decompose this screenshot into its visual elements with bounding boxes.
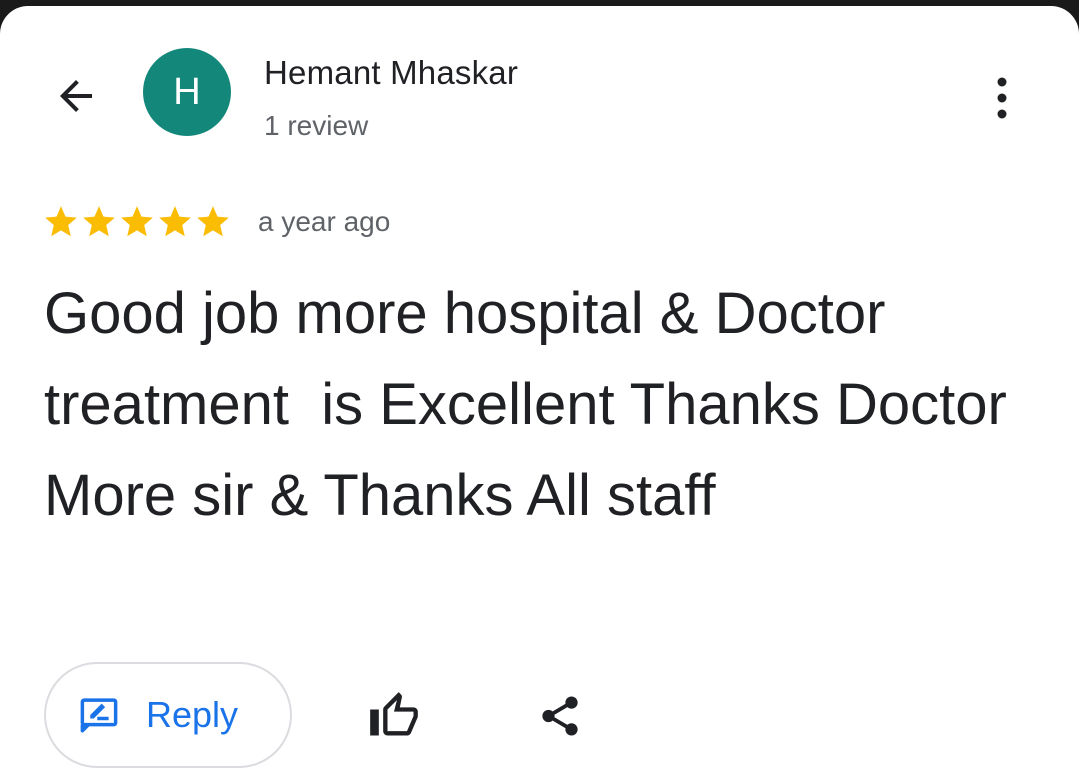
- share-icon: [542, 696, 578, 736]
- star-icon: [121, 206, 153, 237]
- reviewer-review-count: 1 review: [264, 110, 369, 141]
- thumbs-up-icon: [370, 692, 418, 736]
- more-vertical-icon: [997, 77, 1007, 119]
- reviewer-name[interactable]: Hemant Mhaskar: [264, 54, 518, 92]
- avatar-initial: H: [173, 70, 201, 113]
- review-text: Good job more hospital & Doctor treatmen…: [44, 281, 1040, 528]
- reply-edit-icon: [80, 698, 118, 733]
- like-button[interactable]: [356, 678, 432, 754]
- avatar[interactable]: H: [143, 48, 231, 136]
- more-options-button[interactable]: [976, 70, 1028, 126]
- star-icon: [83, 206, 115, 237]
- star-icon: [159, 206, 191, 237]
- back-button[interactable]: [44, 64, 108, 128]
- star-icon: [197, 206, 229, 237]
- reply-label: Reply: [146, 694, 239, 735]
- reply-button[interactable]: Reply: [44, 662, 292, 768]
- review-time: a year ago: [258, 206, 391, 237]
- review-card: H Hemant Mhaskar 1 review a year ago Goo…: [0, 6, 1079, 778]
- star-icon: [45, 206, 77, 237]
- arrow-left-icon: [60, 80, 92, 112]
- share-button[interactable]: [522, 678, 598, 754]
- star-rating: [42, 203, 232, 241]
